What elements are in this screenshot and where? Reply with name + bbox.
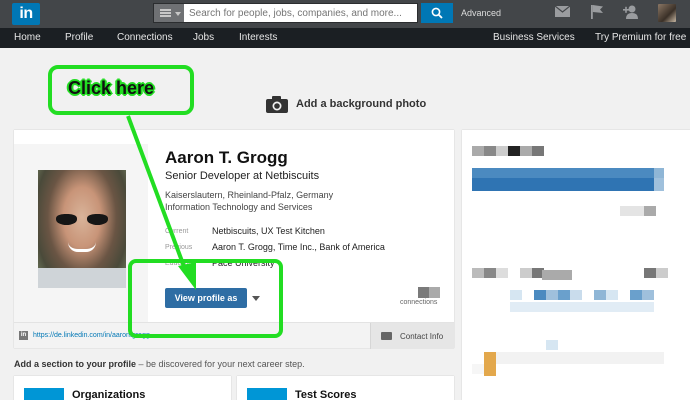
top-bar: in Advanced (0, 0, 690, 28)
previous-value[interactable]: Aaron T. Grogg, Time Inc., Bank of Ameri… (212, 242, 385, 252)
add-organizations-tile[interactable]: Organizations (14, 376, 231, 400)
nav-connections[interactable]: Connections (117, 32, 173, 43)
add-background-photo-label: Add a background photo (296, 98, 427, 110)
click-here-text: Click here (68, 78, 155, 98)
search-button[interactable] (421, 3, 453, 23)
profile-industry[interactable]: Information Technology and Services (165, 202, 312, 212)
search-box (153, 3, 418, 23)
connections-label[interactable]: connections (400, 299, 437, 306)
linkedin-mini-icon: in (19, 331, 28, 340)
nav-try-premium[interactable]: Try Premium for free (595, 32, 686, 43)
add-section-subtitle: – be discovered for your next career ste… (136, 359, 305, 369)
add-connections-icon[interactable] (623, 5, 640, 19)
profile-name: Aaron T. Grogg (165, 148, 288, 167)
notifications-flag-icon[interactable] (591, 5, 603, 19)
nav-business-services[interactable]: Business Services (493, 32, 575, 43)
profile-location[interactable]: Kaiserslautern, Rheinland-Pfalz, Germany (165, 190, 333, 200)
nav-home[interactable]: Home (14, 32, 41, 43)
right-rail-blurred (462, 130, 690, 400)
advanced-search-link[interactable]: Advanced (461, 8, 501, 18)
linkedin-logo[interactable]: in (12, 3, 40, 25)
profile-photo[interactable] (38, 170, 126, 288)
search-input[interactable] (186, 4, 416, 22)
camera-icon (266, 96, 288, 113)
contact-info-label: Contact Info (400, 332, 444, 341)
nav-jobs[interactable]: Jobs (193, 32, 214, 43)
add-test-scores-tile[interactable]: Test Scores (237, 376, 454, 400)
messages-icon[interactable] (555, 6, 570, 17)
profile-headline: Senior Developer at Netbiscuits (165, 170, 320, 182)
test-scores-icon (247, 388, 287, 400)
previous-label: Previous (165, 244, 193, 251)
contact-info-button[interactable]: Contact Info (370, 323, 454, 349)
add-section-title: Add a section to your profile (14, 359, 137, 369)
profile-avatar[interactable] (658, 4, 676, 22)
current-label: Current (165, 228, 189, 235)
organizations-label: Organizations (72, 389, 146, 400)
search-icon (431, 7, 443, 19)
view-profile-highlight (128, 259, 283, 338)
nav-profile[interactable]: Profile (65, 32, 93, 43)
connections-count-blurred (418, 287, 440, 298)
test-scores-label: Test Scores (295, 389, 357, 400)
current-value[interactable]: Netbiscuits, UX Test Kitchen (212, 226, 325, 236)
main-nav: Home Profile Connections Jobs Interests … (0, 28, 690, 48)
add-section-prompt: Add a section to your profile – be disco… (14, 359, 305, 369)
contact-card-icon (381, 332, 392, 340)
organizations-icon (24, 388, 64, 400)
search-category-icon[interactable] (154, 4, 184, 22)
nav-interests[interactable]: Interests (239, 32, 277, 43)
